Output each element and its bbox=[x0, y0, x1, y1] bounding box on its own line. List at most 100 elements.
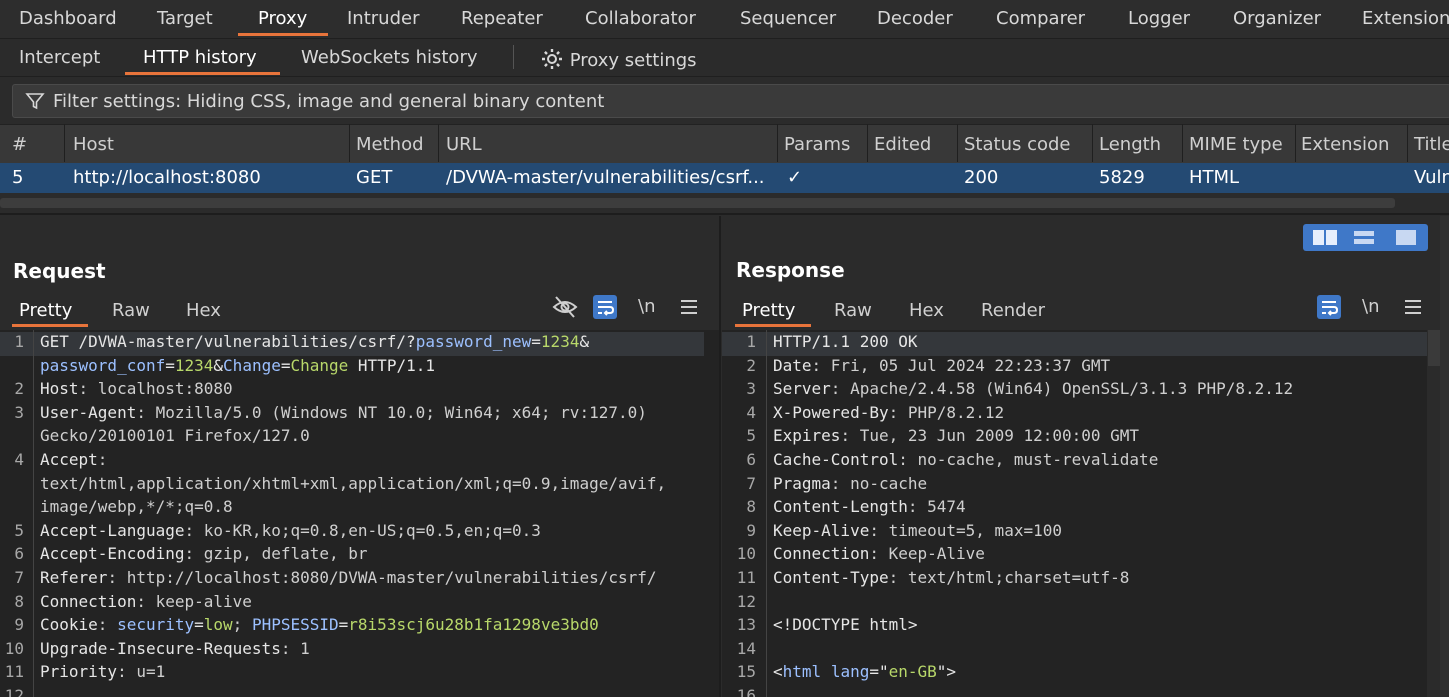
tab-websockets-history[interactable]: WebSockets history bbox=[301, 47, 478, 68]
single-pane-icon[interactable] bbox=[1395, 229, 1417, 246]
response-line[interactable]: 15 <html lang="en-GB"> bbox=[722, 662, 1427, 686]
code-token: Cookie bbox=[40, 615, 98, 635]
request-line[interactable]: 9 Cookie: security=low; PHPSESSID=r8i53sc… bbox=[0, 615, 704, 639]
response-editor[interactable]: 1 HTTP/1.1 200 OK 2 Date: Fri, 05 Jul 2024 … bbox=[722, 330, 1427, 697]
pane-splitter[interactable] bbox=[0, 213, 1449, 215]
menu-collaborator[interactable]: Collaborator bbox=[585, 8, 696, 29]
response-line[interactable]: 8 Content-Length: 5474 bbox=[722, 497, 1427, 521]
request-line[interactable]: 5 Accept-Language: ko-KR,ko;q=0.8,en-US;q… bbox=[0, 521, 704, 545]
menu-extensions[interactable]: Extensions bbox=[1362, 8, 1449, 29]
col-extension[interactable]: Extension bbox=[1301, 134, 1389, 155]
table-row[interactable]: 5 http://localhost:8080 GET /DVWA-master… bbox=[0, 163, 1449, 193]
col-mime-type[interactable]: MIME type bbox=[1189, 134, 1283, 155]
col-url[interactable]: URL bbox=[446, 134, 482, 155]
response-wrap-toggle-button[interactable] bbox=[1317, 295, 1341, 319]
filter-bar[interactable]: Filter settings: Hiding CSS, image and g… bbox=[12, 84, 1449, 118]
column-separator[interactable] bbox=[1407, 124, 1408, 162]
response-tab-render[interactable]: Render bbox=[981, 300, 1045, 321]
request-line[interactable]: 7 Referer: http://localhost:8080/DVWA-mas… bbox=[0, 568, 704, 592]
response-line[interactable]: 12 bbox=[722, 592, 1427, 616]
menu-dashboard[interactable]: Dashboard bbox=[19, 8, 117, 29]
response-newline-toggle[interactable]: \n bbox=[1362, 296, 1379, 317]
right-edge-scrollbar[interactable] bbox=[1440, 216, 1449, 697]
response-line[interactable]: 1 HTTP/1.1 200 OK bbox=[722, 332, 1427, 356]
menu-logger[interactable]: Logger bbox=[1128, 8, 1190, 29]
horizontal-scrollbar[interactable] bbox=[0, 196, 1449, 210]
request-line[interactable]: password_conf=1234&Change=Change HTTP/1.… bbox=[0, 356, 704, 380]
column-separator[interactable] bbox=[867, 124, 868, 162]
request-line[interactable]: 8 Connection: keep-alive bbox=[0, 592, 704, 616]
gutter-separator bbox=[766, 330, 767, 697]
request-line[interactable]: 2 Host: localhost:8080 bbox=[0, 379, 704, 403]
col-method[interactable]: Method bbox=[356, 134, 424, 155]
request-line[interactable]: text/html,application/xhtml+xml,applicat… bbox=[0, 474, 704, 498]
proxy-settings-button[interactable]: Proxy settings bbox=[540, 47, 697, 71]
request-editor[interactable]: 1 GET /DVWA-master/vulnerabilities/csrf/?… bbox=[0, 330, 719, 697]
request-line[interactable]: image/webp,*/*;q=0.8 bbox=[0, 497, 704, 521]
response-line[interactable]: 13 <!DOCTYPE html> bbox=[722, 615, 1427, 639]
response-line[interactable]: 7 Pragma: no-cache bbox=[722, 474, 1427, 498]
response-line[interactable]: 5 Expires: Tue, 23 Jun 2009 12:00:00 GMT bbox=[722, 426, 1427, 450]
menu-sequencer[interactable]: Sequencer bbox=[740, 8, 836, 29]
tab-http-history[interactable]: HTTP history bbox=[143, 47, 257, 68]
column-separator[interactable] bbox=[349, 124, 350, 162]
response-line[interactable]: 11 Content-Type: text/html;charset=utf-8 bbox=[722, 568, 1427, 592]
col-number[interactable]: # bbox=[12, 134, 27, 155]
menu-organizer[interactable]: Organizer bbox=[1233, 8, 1321, 29]
column-separator[interactable] bbox=[1295, 124, 1296, 162]
wrap-toggle-button[interactable] bbox=[593, 295, 617, 319]
response-line[interactable]: 6 Cache-Control: no-cache, must-revalidat… bbox=[722, 450, 1427, 474]
hide-eye-icon[interactable] bbox=[552, 295, 578, 319]
col-title[interactable]: Title bbox=[1414, 134, 1449, 155]
tab-intercept[interactable]: Intercept bbox=[19, 47, 100, 68]
request-line[interactable]: Gecko/20100101 Firefox/127.0 bbox=[0, 426, 704, 450]
response-line[interactable]: 2 Date: Fri, 05 Jul 2024 22:23:37 GMT bbox=[722, 356, 1427, 380]
column-separator[interactable] bbox=[64, 124, 65, 162]
column-separator[interactable] bbox=[957, 124, 958, 162]
request-line[interactable]: 1 GET /DVWA-master/vulnerabilities/csrf/?… bbox=[0, 332, 704, 356]
col-host[interactable]: Host bbox=[73, 134, 114, 155]
menu-icon[interactable] bbox=[1404, 297, 1422, 317]
split-vertical-icon[interactable] bbox=[1353, 229, 1375, 246]
request-line[interactable]: 12 bbox=[0, 686, 704, 697]
col-params[interactable]: Params bbox=[784, 134, 850, 155]
response-tab-raw[interactable]: Raw bbox=[834, 300, 872, 321]
column-separator[interactable] bbox=[1182, 124, 1183, 162]
menu-target[interactable]: Target bbox=[157, 8, 213, 29]
response-scrollbar-thumb[interactable] bbox=[1428, 330, 1440, 366]
col-length[interactable]: Length bbox=[1099, 134, 1161, 155]
request-tab-raw[interactable]: Raw bbox=[112, 300, 150, 321]
code-token: Server bbox=[773, 379, 831, 399]
col-edited[interactable]: Edited bbox=[874, 134, 931, 155]
menu-comparer[interactable]: Comparer bbox=[996, 8, 1085, 29]
vertical-splitter[interactable] bbox=[719, 216, 721, 697]
request-tab-hex[interactable]: Hex bbox=[186, 300, 221, 321]
col-status-code[interactable]: Status code bbox=[964, 134, 1071, 155]
column-separator[interactable] bbox=[438, 124, 439, 162]
response-active-tab-indicator bbox=[735, 324, 811, 327]
newline-toggle[interactable]: \n bbox=[638, 296, 655, 317]
split-horizontal-icon[interactable] bbox=[1312, 229, 1338, 246]
response-line[interactable]: 14 bbox=[722, 639, 1427, 663]
response-line[interactable]: 10 Connection: Keep-Alive bbox=[722, 544, 1427, 568]
response-line[interactable]: 9 Keep-Alive: timeout=5, max=100 bbox=[722, 521, 1427, 545]
response-line[interactable]: 4 X-Powered-By: PHP/8.2.12 bbox=[722, 403, 1427, 427]
column-separator[interactable] bbox=[777, 124, 778, 162]
request-line[interactable]: 10 Upgrade-Insecure-Requests: 1 bbox=[0, 639, 704, 663]
response-tab-hex[interactable]: Hex bbox=[909, 300, 944, 321]
menu-icon[interactable] bbox=[680, 297, 698, 317]
request-tab-pretty[interactable]: Pretty bbox=[19, 300, 72, 321]
column-separator[interactable] bbox=[1092, 124, 1093, 162]
response-line[interactable]: 3 Server: Apache/2.4.58 (Win64) OpenSSL/3… bbox=[722, 379, 1427, 403]
request-line[interactable]: 11 Priority: u=1 bbox=[0, 662, 704, 686]
menu-proxy[interactable]: Proxy bbox=[258, 8, 307, 29]
request-line[interactable]: 6 Accept-Encoding: gzip, deflate, br bbox=[0, 544, 704, 568]
request-line[interactable]: 3 User-Agent: Mozilla/5.0 (Windows NT 10.… bbox=[0, 403, 704, 427]
menu-repeater[interactable]: Repeater bbox=[461, 8, 543, 29]
scrollbar-thumb[interactable] bbox=[0, 198, 1395, 208]
menu-decoder[interactable]: Decoder bbox=[877, 8, 953, 29]
response-tab-pretty[interactable]: Pretty bbox=[742, 300, 795, 321]
response-line[interactable]: 16 bbox=[722, 686, 1427, 697]
request-line[interactable]: 4 Accept: bbox=[0, 450, 704, 474]
menu-intruder[interactable]: Intruder bbox=[347, 8, 419, 29]
